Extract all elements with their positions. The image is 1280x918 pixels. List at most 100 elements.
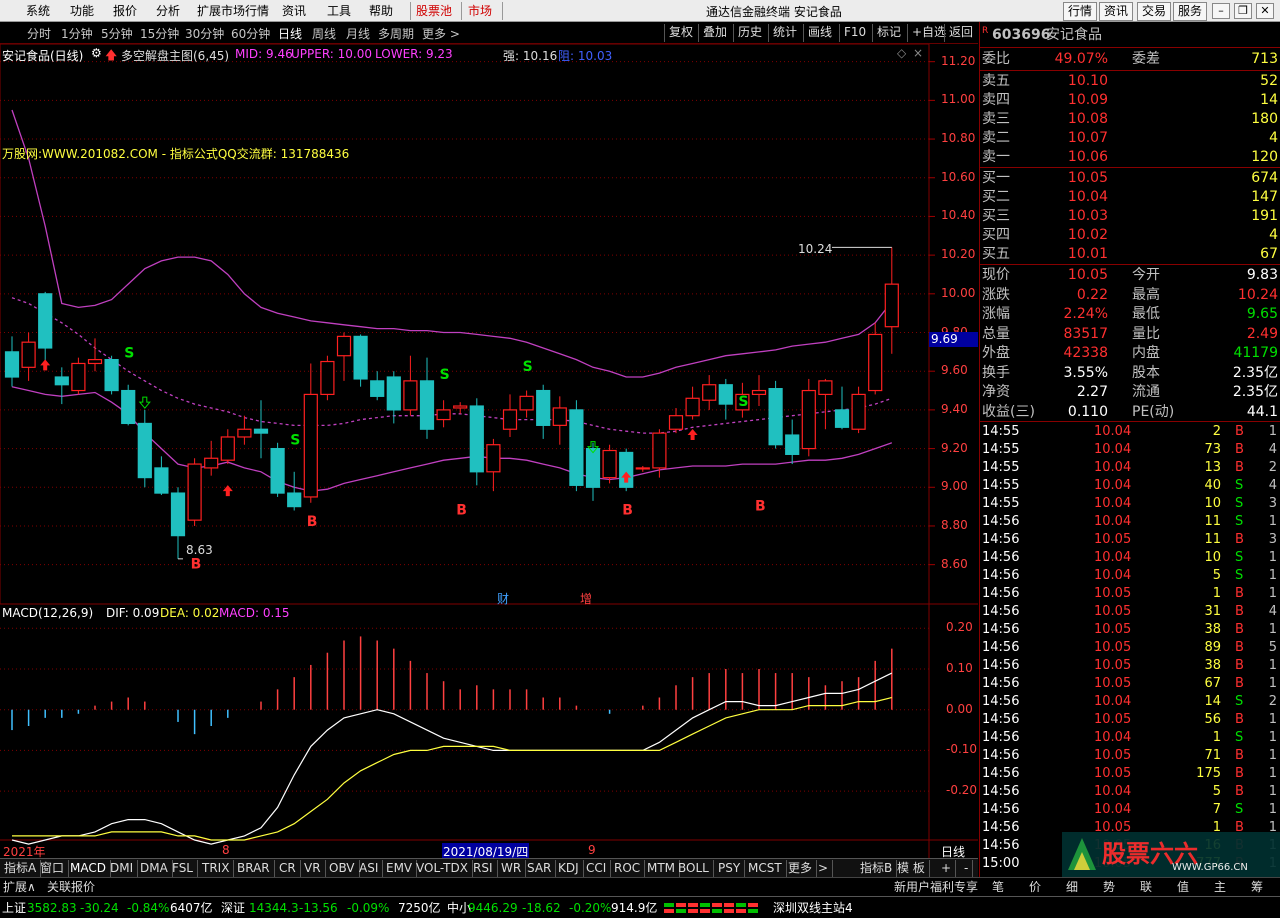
menu-help[interactable]: 帮助	[369, 3, 393, 19]
ext-tab[interactable]: 筹	[1251, 879, 1263, 896]
close-icon[interactable]: ✕	[1256, 3, 1274, 19]
period-weekly[interactable]: 周线	[312, 25, 336, 42]
ext-tab[interactable]: 主	[1214, 879, 1226, 896]
adjust-button[interactable]: 复权	[664, 24, 697, 42]
quote-panel: R 603696 安记食品 委比 49.07% 委差 713 卖五 10.10 52…	[979, 22, 1280, 877]
tick-time: 14:56	[982, 532, 1020, 547]
chart-area[interactable]: S S S S S B B B B B 安记食品(日线) ⚙ 🡅 多空解盘主图(6,45) MID…	[0, 44, 978, 860]
period-more[interactable]: 更多 >	[422, 25, 460, 42]
stats-button[interactable]: 统计	[768, 24, 801, 42]
indicator-tab[interactable]: >	[814, 860, 834, 877]
candle-down	[154, 467, 169, 494]
tick-price: 10.04	[1094, 550, 1132, 565]
ext-tab[interactable]: 联	[1140, 879, 1152, 896]
menu-news[interactable]: 资讯	[282, 3, 306, 19]
indicator-tab[interactable]: VR	[300, 860, 326, 877]
menu-analysis[interactable]: 分析	[156, 3, 180, 19]
back-button[interactable]: 返回	[944, 24, 977, 42]
indicator-tab[interactable]: WR	[497, 860, 527, 877]
indicator-tab[interactable]: KDJ	[554, 860, 584, 877]
sell-label: 卖五	[982, 73, 1010, 89]
candle-down	[370, 380, 385, 397]
indicator-tab[interactable]: FSL	[168, 860, 198, 877]
period-1min[interactable]: 1分钟	[61, 25, 93, 42]
add-window-button[interactable]: +	[937, 860, 957, 877]
buy-volume: 674	[1251, 170, 1278, 186]
menu-market[interactable]: 市场	[468, 3, 492, 19]
indicator-tab[interactable]: 窗口	[36, 860, 70, 877]
indicator-tab[interactable]: PSY	[714, 860, 746, 877]
remove-window-button[interactable]: -	[960, 860, 974, 877]
period-multi[interactable]: 多周期	[378, 25, 414, 42]
event-cai[interactable]: 财	[497, 590, 509, 607]
menu-quote[interactable]: 报价	[113, 3, 137, 19]
indicator-tab[interactable]: DMI	[106, 860, 139, 877]
server-name[interactable]: 深圳双线主站4	[773, 901, 853, 915]
indicator-tab[interactable]: SAR	[523, 860, 557, 877]
quote-button[interactable]: 行情	[1063, 2, 1098, 21]
menu-ext-market[interactable]: 扩展市场行情	[197, 3, 269, 19]
tick-time: 14:55	[982, 424, 1020, 439]
draw-button[interactable]: 画线	[803, 24, 836, 42]
ext-tab[interactable]: 值	[1177, 879, 1189, 896]
period-tick[interactable]: 分时	[27, 25, 51, 42]
indicator-tab[interactable]: BOLL	[674, 860, 714, 877]
menu-tools[interactable]: 工具	[327, 3, 351, 19]
indicator-tab[interactable]: BRAR	[233, 860, 275, 877]
event-zeng[interactable]: 增	[580, 590, 592, 607]
indicator-tab[interactable]: RSI	[469, 860, 498, 877]
gear-icon[interactable]: ⚙	[91, 46, 102, 60]
period-monthly[interactable]: 月线	[346, 25, 370, 42]
tick-time: 14:55	[982, 460, 1020, 475]
ext-toggle[interactable]: 扩展∧	[3, 879, 36, 896]
stat-value: 83517	[1063, 325, 1108, 342]
menu-stock-pool[interactable]: 股票池	[416, 3, 452, 19]
buy-volume: 147	[1251, 189, 1278, 205]
tick-price: 10.05	[1094, 658, 1132, 673]
diamond-icon[interactable]: ◇	[897, 46, 906, 60]
buy-price: 10.01	[1067, 246, 1108, 262]
ext-tab[interactable]: 价	[1029, 879, 1041, 896]
minimize-icon[interactable]: –	[1212, 3, 1230, 19]
template-button[interactable]: 模 板	[893, 860, 930, 877]
period-daily[interactable]: 日线	[278, 25, 302, 42]
service-button[interactable]: 服务	[1173, 2, 1208, 21]
history-button[interactable]: 历史	[733, 24, 766, 42]
kline-svg[interactable]: S S S S S B B B B B	[0, 44, 978, 858]
tick-row: 14:56 10.05 1 B 1	[980, 585, 1280, 603]
trade-button[interactable]: 交易	[1137, 2, 1172, 21]
period-15min[interactable]: 15分钟	[140, 25, 179, 42]
overlay-button[interactable]: 叠加	[698, 24, 731, 42]
promo-link[interactable]: 新用户福利专享	[894, 879, 978, 896]
ext-tab[interactable]: 细	[1066, 879, 1078, 896]
indicator-tab[interactable]: CCI	[582, 860, 612, 877]
indicator-tab[interactable]: CR	[275, 860, 301, 877]
period-5min[interactable]: 5分钟	[101, 25, 133, 42]
ext-tab[interactable]: 笔	[992, 879, 1004, 896]
buy-label: 买三	[982, 208, 1010, 224]
tick-volume: 11	[1204, 532, 1221, 547]
indicator-tab[interactable]: ROC	[610, 860, 646, 877]
tick-count: 1	[1268, 748, 1277, 763]
mark-button[interactable]: 标记	[872, 24, 905, 42]
related-quote[interactable]: 关联报价	[47, 879, 95, 896]
indicator-tab[interactable]: MACD	[66, 860, 111, 877]
restore-icon[interactable]: ❐	[1234, 3, 1252, 19]
indicator-tab[interactable]: TRIX	[198, 860, 235, 877]
news-button[interactable]: 资讯	[1099, 2, 1134, 21]
period-30min[interactable]: 30分钟	[185, 25, 224, 42]
price-axis-label: 8.80	[941, 517, 968, 532]
f10-button[interactable]: F10	[839, 24, 870, 42]
ext-tab[interactable]: 势	[1103, 879, 1115, 896]
buy-price: 10.03	[1067, 208, 1108, 224]
indicator-tab[interactable]: MCST	[744, 860, 787, 877]
candle-up	[502, 409, 518, 430]
menu-system[interactable]: 系统	[26, 3, 50, 19]
menu-function[interactable]: 功能	[70, 3, 94, 19]
close-icon[interactable]: ×	[913, 46, 923, 60]
period-60min[interactable]: 60分钟	[231, 25, 270, 42]
indicator-tab[interactable]: 更多	[784, 860, 818, 877]
indicator-b[interactable]: 指标B	[856, 860, 898, 877]
indicator-tab[interactable]: VOL-TDX	[412, 860, 473, 877]
indicator-tab[interactable]: ASI	[355, 860, 384, 877]
